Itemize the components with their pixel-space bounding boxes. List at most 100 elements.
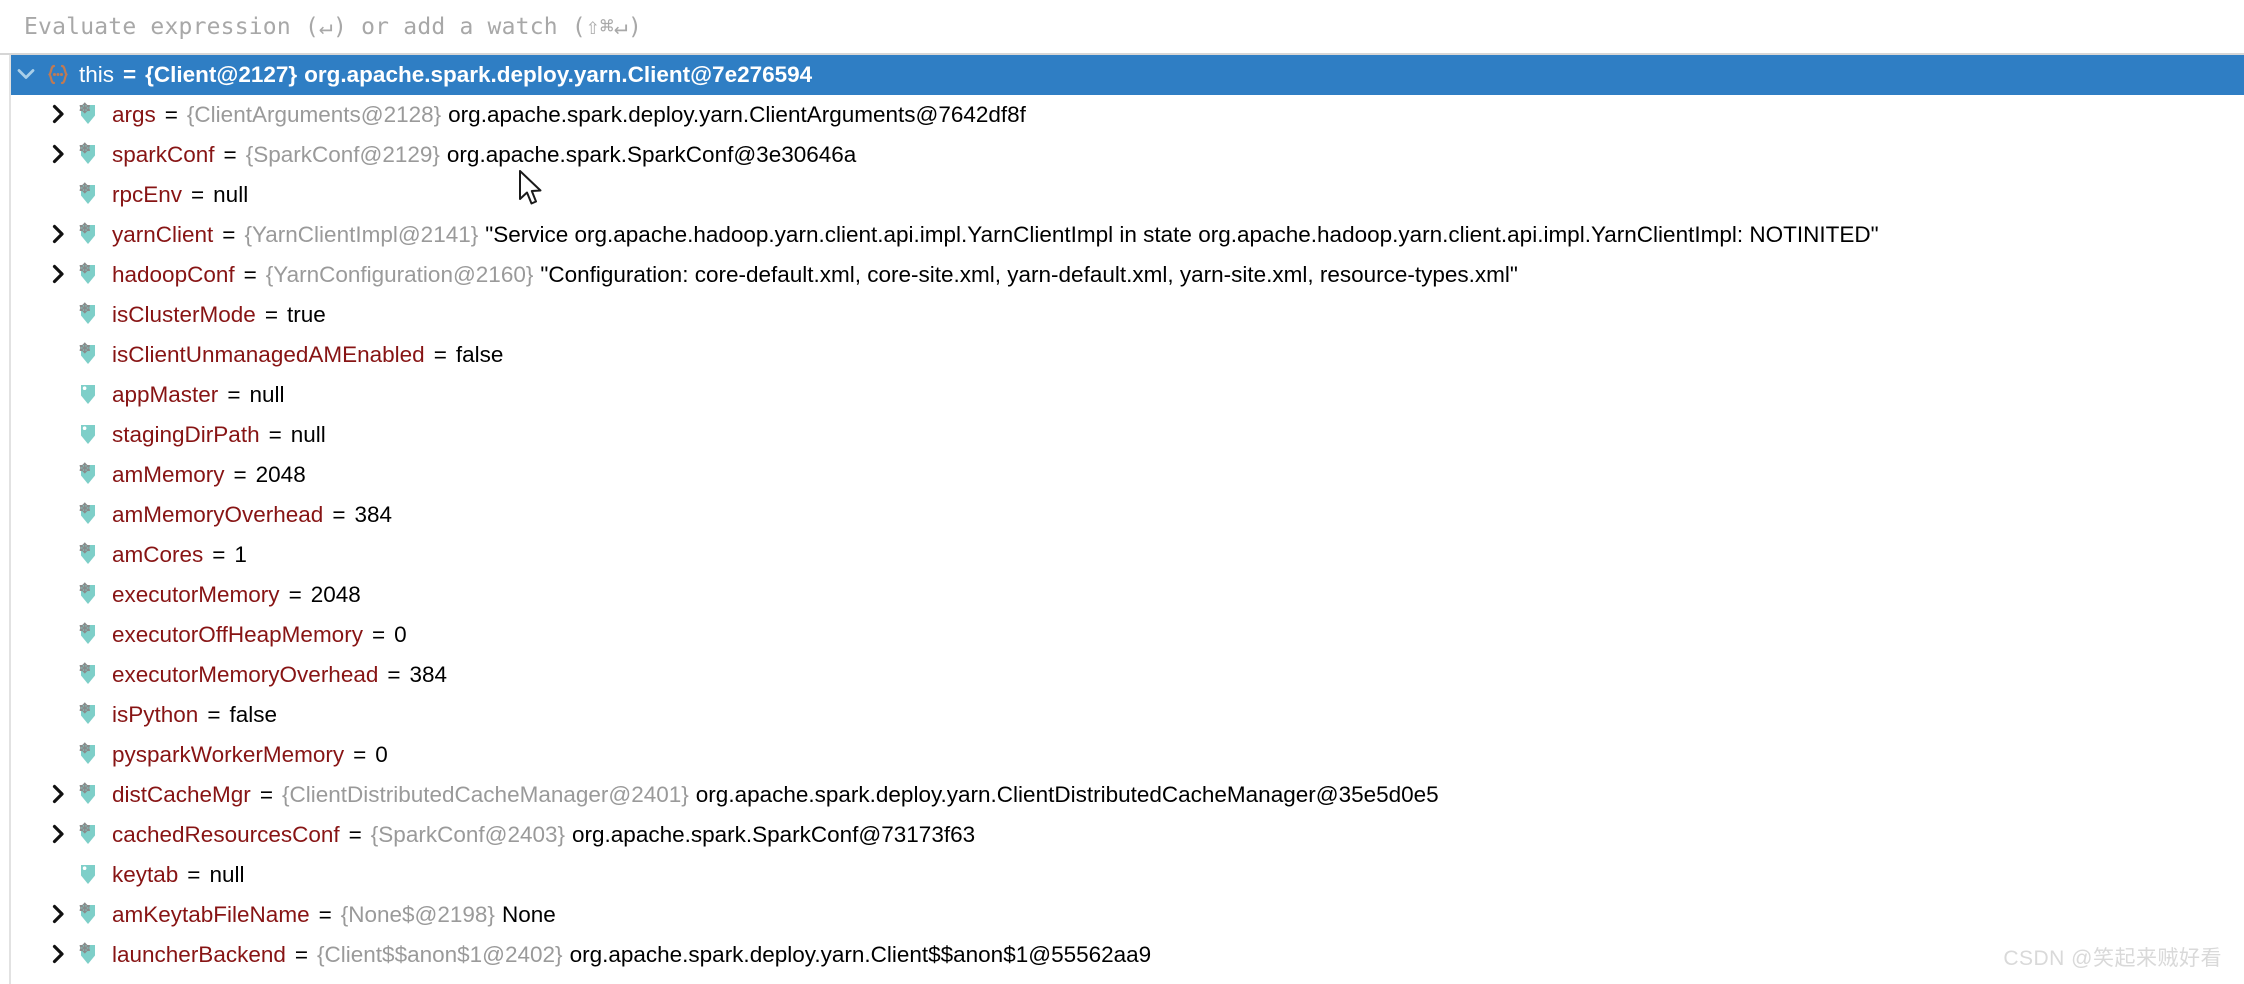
tree-row-container: this = {Client@2127} org.apache.spark.deplo… bbox=[0, 55, 2244, 975]
equals-sign: = bbox=[212, 542, 226, 567]
chevron-right-icon[interactable] bbox=[44, 823, 74, 845]
tree-row[interactable]: executorMemoryOverhead = 384 bbox=[0, 655, 2244, 695]
field-final-tag-icon bbox=[74, 622, 104, 648]
chevron-right-icon[interactable] bbox=[44, 783, 74, 805]
tree-row[interactable]: args = {ClientArguments@2128} org.apache.sp… bbox=[0, 95, 2244, 135]
variable-name: isClusterMode bbox=[112, 302, 256, 327]
chevron-right-icon[interactable] bbox=[44, 143, 74, 165]
tree-row[interactable]: cachedResourcesConf = {SparkConf@2403} org.… bbox=[0, 815, 2244, 855]
chevron-down-icon[interactable] bbox=[11, 63, 41, 85]
tree-row-text: launcherBackend = {Client$$anon$1@2402} org… bbox=[112, 935, 1151, 975]
tree-row[interactable]: executorOffHeapMemory = 0 bbox=[0, 615, 2244, 655]
variable-name: hadoopConf bbox=[112, 262, 235, 287]
tree-row[interactable]: sparkConf = {SparkConf@2129} org.apache.spa… bbox=[0, 135, 2244, 175]
equals-sign: = bbox=[223, 142, 237, 167]
variable-value: org.apache.spark.deploy.yarn.Client$$ano… bbox=[569, 942, 1152, 967]
variable-name: isClientUnmanagedAMEnabled bbox=[112, 342, 425, 367]
equals-sign: = bbox=[207, 702, 221, 727]
tree-row-text: executorMemoryOverhead = 384 bbox=[112, 655, 447, 695]
tree-row[interactable]: appMaster = null bbox=[0, 375, 2244, 415]
tree-row[interactable]: amCores = 1 bbox=[0, 535, 2244, 575]
variable-value: null bbox=[290, 422, 326, 447]
tree-row-text: amMemory = 2048 bbox=[112, 455, 306, 495]
variable-value: None bbox=[501, 902, 556, 927]
field-final-tag-icon bbox=[74, 502, 104, 528]
chevron-right-icon[interactable] bbox=[44, 943, 74, 965]
field-final-tag-icon bbox=[74, 302, 104, 328]
field-final-tag-icon bbox=[74, 582, 104, 608]
variable-name: keytab bbox=[112, 862, 179, 887]
field-final-tag-icon bbox=[74, 182, 104, 208]
variable-name: executorMemory bbox=[112, 582, 280, 607]
equals-sign: = bbox=[222, 222, 236, 247]
tree-row-text: hadoopConf = {YarnConfiguration@2160} "Conf… bbox=[112, 255, 1518, 295]
tree-row[interactable]: yarnClient = {YarnClientImpl@2141} "Service… bbox=[0, 215, 2244, 255]
tree-row[interactable]: amMemory = 2048 bbox=[0, 455, 2244, 495]
tree-row[interactable]: isClusterMode = true bbox=[0, 295, 2244, 335]
tree-row[interactable]: rpcEnv = null bbox=[0, 175, 2244, 215]
tree-row-text: stagingDirPath = null bbox=[112, 415, 326, 455]
variable-value: org.apache.spark.deploy.yarn.Client@7e27… bbox=[304, 62, 813, 87]
variable-value: 0 bbox=[394, 622, 407, 647]
tree-row[interactable]: amKeytabFileName = {None$@2198} None bbox=[0, 895, 2244, 935]
tree-row[interactable]: pysparkWorkerMemory = 0 bbox=[0, 735, 2244, 775]
variable-value: 0 bbox=[375, 742, 388, 767]
variable-name: amKeytabFileName bbox=[112, 902, 310, 927]
evaluate-expression-input[interactable] bbox=[22, 12, 2137, 41]
field-tag-icon bbox=[74, 382, 104, 408]
equals-sign: = bbox=[264, 302, 278, 327]
tree-row-text: sparkConf = {SparkConf@2129} org.apache.spa… bbox=[112, 135, 856, 175]
variable-name: cachedResourcesConf bbox=[112, 822, 340, 847]
variable-value: false bbox=[229, 702, 277, 727]
chevron-right-icon[interactable] bbox=[44, 903, 74, 925]
tree-row[interactable]: launcherBackend = {Client$$anon$1@2402} org… bbox=[0, 935, 2244, 975]
variable-name: this bbox=[79, 62, 115, 87]
variable-type: {SparkConf@2403} bbox=[370, 822, 566, 847]
variable-type: {YarnConfiguration@2160} bbox=[265, 262, 534, 287]
equals-sign: = bbox=[268, 422, 282, 447]
variables-tree[interactable]: this = {Client@2127} org.apache.spark.deplo… bbox=[0, 55, 2244, 984]
chevron-right-icon[interactable] bbox=[44, 103, 74, 125]
tree-row[interactable]: stagingDirPath = null bbox=[0, 415, 2244, 455]
tree-row[interactable]: amMemoryOverhead = 384 bbox=[0, 495, 2244, 535]
chevron-right-icon[interactable] bbox=[44, 223, 74, 245]
variable-name: stagingDirPath bbox=[112, 422, 260, 447]
tree-row-text: args = {ClientArguments@2128} org.apache.sp… bbox=[112, 95, 1026, 135]
tree-row-text: yarnClient = {YarnClientImpl@2141} "Service… bbox=[112, 215, 1879, 255]
variable-value: org.apache.spark.SparkConf@3e30646a bbox=[446, 142, 857, 167]
variable-name: distCacheMgr bbox=[112, 782, 251, 807]
variable-value: org.apache.spark.deploy.yarn.ClientArgum… bbox=[448, 102, 1026, 127]
tree-row-text: executorOffHeapMemory = 0 bbox=[112, 615, 407, 655]
tree-left-gutter bbox=[0, 55, 11, 984]
variable-name: sparkConf bbox=[112, 142, 215, 167]
tree-row[interactable]: isClientUnmanagedAMEnabled = false bbox=[0, 335, 2244, 375]
variable-value: 384 bbox=[409, 662, 448, 687]
variable-name: executorOffHeapMemory bbox=[112, 622, 363, 647]
tree-row-text: pysparkWorkerMemory = 0 bbox=[112, 735, 388, 775]
equals-sign: = bbox=[371, 622, 386, 647]
debugger-variables-panel: this={Client@2127}org.apache.spark.deplo… bbox=[0, 0, 2244, 984]
variable-value: 1 bbox=[234, 542, 247, 567]
field-final-tag-icon bbox=[74, 942, 104, 968]
tree-row-text: isClusterMode = true bbox=[112, 295, 326, 335]
equals-sign: = bbox=[332, 502, 346, 527]
chevron-right-icon[interactable] bbox=[44, 263, 74, 285]
tree-row-text: distCacheMgr = {ClientDistributedCacheMana… bbox=[112, 775, 1439, 815]
field-final-tag-icon bbox=[74, 142, 104, 168]
variable-name: appMaster bbox=[112, 382, 219, 407]
tree-row[interactable]: this = {Client@2127} org.apache.spark.deplo… bbox=[0, 55, 2244, 95]
field-final-tag-icon bbox=[74, 262, 104, 288]
variable-name: amCores bbox=[112, 542, 204, 567]
field-final-tag-icon bbox=[74, 662, 104, 688]
field-final-tag-icon bbox=[74, 742, 104, 768]
tree-row[interactable]: isPython = false bbox=[0, 695, 2244, 735]
tree-row[interactable]: executorMemory = 2048 bbox=[0, 575, 2244, 615]
variable-value: null bbox=[209, 862, 245, 887]
variable-type: {YarnClientImpl@2141} bbox=[244, 222, 479, 247]
tree-row[interactable]: distCacheMgr = {ClientDistributedCacheMana… bbox=[0, 775, 2244, 815]
evaluate-expression-bar[interactable] bbox=[0, 0, 2244, 55]
tree-row[interactable]: hadoopConf = {YarnConfiguration@2160} "Conf… bbox=[0, 255, 2244, 295]
equals-sign: = bbox=[294, 942, 309, 967]
tree-row-text: cachedResourcesConf = {SparkConf@2403} org.… bbox=[112, 815, 975, 855]
tree-row[interactable]: keytab = null bbox=[0, 855, 2244, 895]
